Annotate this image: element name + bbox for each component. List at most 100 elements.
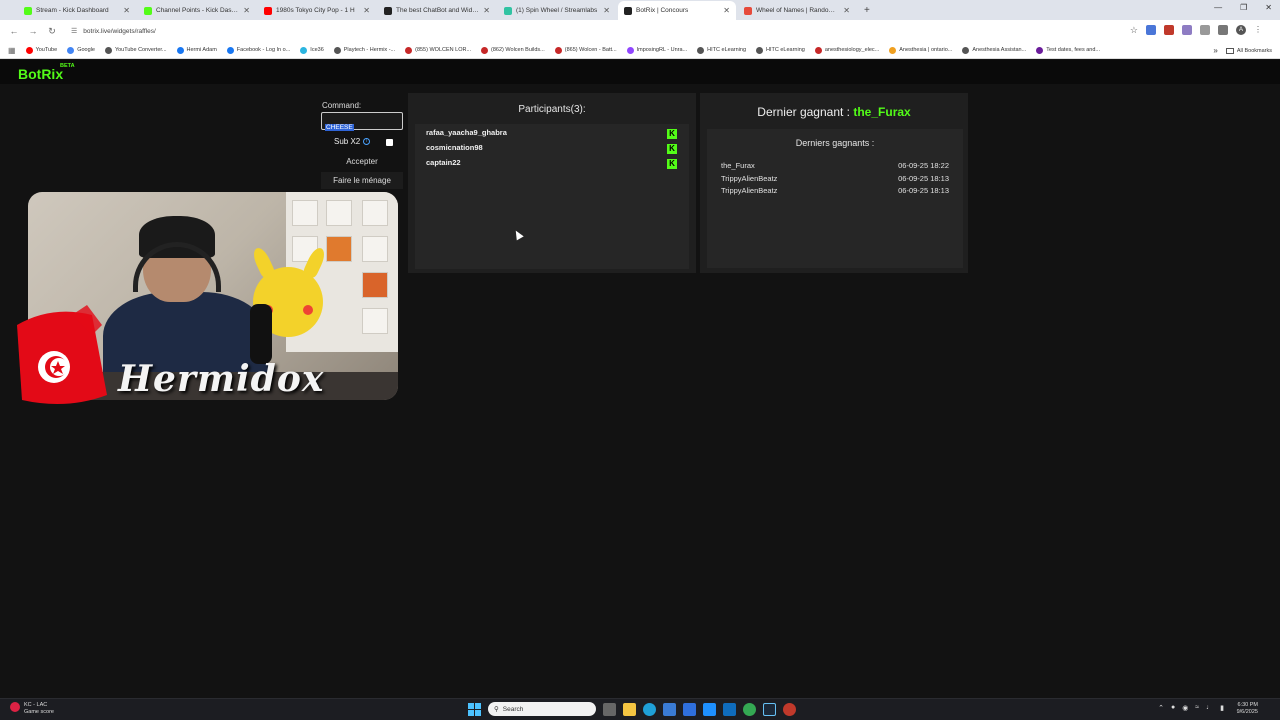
bookmark-favicon-icon	[814, 46, 822, 54]
bookmark-item[interactable]: Facebook - Log In o...	[226, 46, 291, 54]
bookmark-favicon-icon	[756, 46, 763, 54]
browser-tab[interactable]: (1) Spin Wheel / Streamlabs ✕	[498, 1, 616, 20]
bookmark-item[interactable]: Test dates, fees and...	[1036, 46, 1100, 54]
bookmark-item[interactable]: YouTube	[25, 46, 57, 54]
browser-tab[interactable]: 1980s Tokyo City Pop - 1 H ✕	[258, 1, 376, 20]
participants-title: Participants(3):	[518, 104, 586, 115]
chevron-right-icon[interactable]: »	[1213, 46, 1217, 55]
browser-tab[interactable]: BotRix | Concours ✕	[618, 1, 736, 20]
browser-tab[interactable]: Wheel of Names | Random na ✕	[738, 1, 856, 20]
tab-title: (1) Spin Wheel / Streamlabs	[516, 7, 598, 14]
profile-avatar[interactable]: A	[1236, 25, 1246, 35]
bookmark-item[interactable]: YouTube Converter...	[104, 46, 167, 54]
extension-icon[interactable]	[1164, 25, 1174, 35]
command-input[interactable]: CHEESE	[321, 112, 403, 131]
close-tab-icon[interactable]: ✕	[483, 6, 490, 15]
system-clock[interactable]: 6:30 PM 9/6/2025	[1237, 702, 1258, 716]
close-tab-icon[interactable]: ✕	[123, 6, 130, 15]
close-tab-icon[interactable]: ✕	[243, 6, 250, 15]
bookmark-item[interactable]: Ice36	[300, 46, 324, 54]
system-tray: ⌃ ● ◉ ≈ ♩ ▮	[1158, 704, 1224, 712]
extension-icon[interactable]	[1182, 25, 1192, 35]
tab-favicon-icon	[384, 6, 392, 15]
bookmark-favicon-icon	[67, 46, 75, 54]
close-tab-icon[interactable]: ✕	[843, 6, 850, 15]
menu-dots-icon[interactable]: ⋮	[1254, 25, 1262, 35]
close-tab-icon[interactable]: ✕	[723, 6, 730, 15]
battery-icon[interactable]: ▮	[1220, 704, 1224, 712]
winner-row: the_Furax 06-09-25 18:22	[721, 161, 949, 170]
store-icon[interactable]	[663, 702, 676, 716]
bookmark-item[interactable]: HITC eLearning	[756, 46, 805, 54]
botrix-logo[interactable]: BotRix	[18, 66, 63, 82]
info-icon[interactable]: i	[363, 138, 371, 145]
bookmark-star-icon[interactable]: ☆	[1130, 25, 1138, 35]
wifi-icon[interactable]: ≈	[1195, 704, 1199, 712]
bookmark-label: (855) WOLCEN LOR...	[415, 47, 472, 53]
chevron-up-icon[interactable]: ⌃	[1158, 704, 1164, 712]
extension-icon[interactable]	[1218, 25, 1228, 35]
winner-name: TrippyAlienBeatz	[721, 173, 778, 183]
close-tab-icon[interactable]: ✕	[363, 6, 370, 15]
kick-icon: K	[667, 144, 677, 154]
participants-list: rafaa_yaacha9_ghabra Kcosmicnation98 Kcapt…	[415, 124, 689, 269]
app-icon[interactable]	[683, 702, 696, 716]
bookmark-item[interactable]: Playtech - Hermix -...	[333, 46, 396, 54]
new-tab-button[interactable]: +	[864, 1, 870, 20]
weather-widget[interactable]: KC - LAC Game score	[10, 702, 54, 716]
bookmark-label: anesthesiology_elec...	[824, 47, 880, 53]
url-field[interactable]: ☰ botrix.live/widgets/raffles/	[71, 27, 156, 36]
bookmark-item[interactable]: (862) Wolcen Builds...	[481, 46, 545, 54]
windows-start-icon[interactable]	[468, 702, 481, 716]
all-bookmarks-folder[interactable]: All Bookmarks	[1225, 47, 1272, 54]
outlook-icon[interactable]	[723, 702, 736, 716]
bookmark-favicon-icon	[554, 46, 562, 54]
mic-icon[interactable]: ◉	[1182, 704, 1188, 712]
sub-x2-checkbox[interactable]	[386, 139, 393, 146]
bookmark-favicon-icon	[405, 46, 413, 54]
back-icon[interactable]: ←	[9, 26, 19, 36]
chrome-icon[interactable]	[743, 702, 756, 716]
bookmark-item[interactable]: Hermi Adam	[176, 46, 217, 54]
file-explorer-icon[interactable]	[623, 702, 636, 716]
bookmark-favicon-icon	[889, 46, 897, 54]
task-view-icon[interactable]	[603, 702, 616, 716]
bookmark-item[interactable]: Anesthesia Assistan...	[962, 46, 1026, 54]
extension-icon[interactable]	[1200, 25, 1210, 35]
bookmark-item[interactable]: Anesthesia | ontario...	[889, 46, 952, 54]
edge-icon[interactable]	[643, 702, 656, 716]
bookmark-favicon-icon	[481, 46, 489, 54]
sports-score-icon	[10, 702, 20, 712]
browser-tab[interactable]: The best ChatBot and Widgets ✕	[378, 1, 496, 20]
app-icon[interactable]	[783, 702, 796, 716]
reload-icon[interactable]: ↻	[47, 26, 57, 37]
extension-icon[interactable]	[1146, 25, 1156, 35]
bookmark-label: Playtech - Hermix -...	[343, 47, 396, 53]
steam-icon[interactable]	[763, 702, 776, 716]
bookmark-item[interactable]: anesthesiology_elec...	[814, 46, 880, 54]
restore-icon[interactable]: ❐	[1240, 3, 1247, 12]
url-text: botrix.live/widgets/raffles/	[83, 27, 156, 35]
browser-tab[interactable]: Stream - Kick Dashboard ✕	[18, 1, 136, 20]
close-tab-icon[interactable]: ✕	[603, 6, 610, 15]
bookmark-item[interactable]: Google	[67, 46, 95, 54]
taskbar-search[interactable]: ⚲ Search	[488, 702, 596, 716]
browser-tab[interactable]: Channel Points - Kick Dashboard ✕	[138, 1, 256, 20]
address-bar: ← → ↻ ☰ botrix.live/widgets/raffles/ ☆ A…	[0, 20, 1280, 42]
apps-grid-icon[interactable]: ▦	[8, 46, 16, 55]
tab-favicon-icon	[504, 6, 512, 15]
app-icon[interactable]	[703, 702, 716, 716]
bookmark-item[interactable]: ImposingRL - Unra...	[626, 46, 687, 54]
bookmark-label: Facebook - Log In o...	[236, 47, 291, 53]
minimize-icon[interactable]: —	[1214, 3, 1222, 12]
close-window-icon[interactable]: ✕	[1265, 3, 1272, 12]
site-info-icon[interactable]: ☰	[71, 27, 77, 35]
clean-up-button[interactable]: Faire le ménage	[321, 172, 403, 189]
tray-app-icon[interactable]: ●	[1171, 704, 1175, 712]
volume-icon[interactable]: ♩	[1206, 704, 1213, 712]
bookmark-item[interactable]: (855) WOLCEN LOR...	[405, 46, 472, 54]
bookmark-item[interactable]: HITC eLearning	[697, 46, 746, 54]
accept-button[interactable]: Accepter	[321, 153, 403, 170]
bookmark-item[interactable]: (865) Wolcen - Batt...	[554, 46, 617, 54]
forward-icon[interactable]: →	[28, 26, 38, 36]
